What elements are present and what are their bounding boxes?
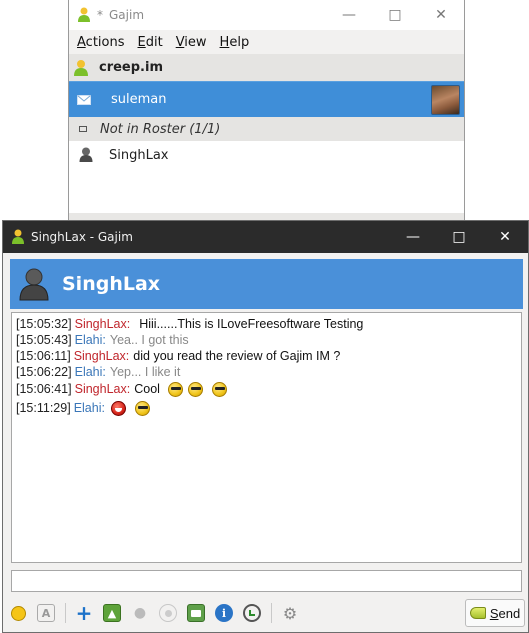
nick: Elahi: [74, 333, 106, 347]
smiley-icon [10, 605, 26, 621]
minimize-icon: — [406, 229, 420, 245]
cool-smiley-icon [167, 382, 183, 397]
roster-title-prefix: * [97, 8, 103, 22]
send-button[interactable]: Send [465, 599, 525, 627]
account-row[interactable]: creep.im [69, 54, 464, 81]
timestamp: [15:05:43] [16, 333, 72, 347]
devil-smiley-icon [110, 401, 126, 416]
chat-toolbar: A + ▲ ● i ⚙ Send [9, 597, 525, 629]
contact-name: suleman [111, 92, 167, 107]
send-arrow-icon [469, 607, 486, 619]
clock-icon [249, 610, 255, 616]
voice-button[interactable]: ● [131, 604, 149, 622]
message-line: [15:11:29] Elahi: [16, 399, 517, 418]
message-text: did you read the review of Gajim IM ? [133, 349, 341, 363]
message-line: [15:06:41] SinghLax: Cool [16, 380, 517, 399]
menu-edit[interactable]: Edit [138, 35, 163, 50]
minimize-icon: — [342, 7, 356, 23]
gear-icon: ⚙ [282, 603, 298, 623]
minimize-button[interactable]: — [326, 0, 372, 30]
contact-row-suleman[interactable]: suleman [69, 81, 464, 117]
nick: Elahi: [73, 401, 105, 415]
banner-contact-name: SinghLax [62, 273, 161, 295]
roster-title: Gajim [109, 8, 145, 22]
video-button[interactable] [159, 604, 177, 622]
roster-window: * Gajim — □ ✕ Actions Edit View Help cre… [68, 0, 465, 222]
webcam-icon [164, 609, 172, 617]
cool-smiley-icon [134, 401, 150, 416]
upload-icon: ▲ [107, 606, 117, 620]
collapse-icon[interactable] [79, 126, 87, 132]
contact-row-singhlax[interactable]: SinghLax [69, 141, 464, 169]
toolbar-separator [271, 603, 272, 623]
account-name: creep.im [99, 60, 163, 75]
cool-smiley-icon [187, 382, 203, 397]
timestamp: [15:11:29] [16, 401, 71, 415]
chat-title: SinghLax - Gajim [31, 230, 133, 244]
message-text: Cool [134, 382, 160, 396]
history-button[interactable] [243, 604, 261, 622]
maximize-button[interactable]: □ [436, 221, 482, 253]
gajim-logo-icon [78, 7, 90, 22]
send-file-button[interactable]: ▲ [103, 604, 121, 622]
close-button[interactable]: ✕ [482, 221, 528, 253]
send-label: end [498, 605, 521, 621]
nick: SinghLax: [74, 317, 131, 331]
timestamp: [15:06:22] [16, 365, 72, 379]
message-text: Hiii......This is ILoveFreesoftware Test… [139, 317, 364, 331]
group-not-in-roster[interactable]: Not in Roster (1/1) [69, 117, 464, 141]
message-text: Yep... I like it [109, 365, 181, 379]
message-input[interactable] [11, 570, 522, 592]
message-line: [15:05:43] Elahi: Yea.. I got this [16, 332, 517, 348]
menu-help[interactable]: Help [220, 35, 250, 50]
close-icon: ✕ [435, 7, 447, 23]
minimize-button[interactable]: — [390, 221, 436, 253]
conversation-view[interactable]: [15:05:32] SinghLax: Hiii......This is I… [11, 312, 522, 563]
emoticons-button[interactable] [9, 604, 27, 622]
message-line: [15:06:11] SinghLax: did you read the re… [16, 348, 517, 364]
nick: SinghLax: [74, 382, 131, 396]
formatting-button[interactable]: A [37, 604, 55, 622]
convert-to-groupchat-button[interactable] [187, 604, 205, 622]
maximize-button[interactable]: □ [372, 0, 418, 30]
menubar: Actions Edit View Help [69, 30, 464, 54]
timestamp: [15:06:41] [16, 382, 72, 396]
maximize-icon: □ [452, 229, 466, 245]
chat-window: SinghLax - Gajim — □ ✕ SinghLax [15:05:3… [2, 220, 529, 633]
contact-banner: SinghLax [10, 259, 523, 309]
message-text: Yea.. I got this [109, 333, 189, 347]
chat-titlebar[interactable]: SinghLax - Gajim — □ ✕ [3, 221, 528, 253]
send-mnemonic: S [489, 605, 499, 621]
font-icon: A [41, 606, 51, 620]
toolbar-separator [65, 603, 66, 623]
timestamp: [15:05:32] [16, 317, 72, 331]
avatar [431, 84, 460, 115]
plus-icon: + [75, 601, 93, 625]
contact-name: SinghLax [109, 147, 169, 163]
chat-bubble-icon [191, 609, 201, 617]
timestamp: [15:06:11] [16, 349, 71, 363]
offline-status-icon [79, 147, 93, 162]
cool-smiley-icon [211, 382, 227, 397]
nick: Elahi: [74, 365, 106, 379]
nick: SinghLax: [73, 349, 130, 363]
settings-button[interactable]: ⚙ [281, 603, 299, 623]
group-label: Not in Roster (1/1) [100, 121, 221, 137]
close-icon: ✕ [499, 229, 511, 245]
microphone-icon: ● [133, 605, 147, 621]
online-status-icon [74, 59, 88, 76]
close-button[interactable]: ✕ [418, 0, 464, 30]
message-line: [15:06:22] Elahi: Yep... I like it [16, 364, 517, 380]
contact-info-button[interactable]: i [215, 604, 233, 622]
contact-status-icon [19, 268, 49, 301]
info-icon: i [221, 606, 227, 620]
roster-titlebar[interactable]: * Gajim — □ ✕ [69, 0, 464, 30]
message-line: [15:05:32] SinghLax: Hiii......This is I… [16, 316, 517, 332]
envelope-icon [77, 94, 91, 105]
menu-view[interactable]: View [176, 35, 207, 50]
add-contact-button[interactable]: + [75, 601, 93, 625]
menu-actions[interactable]: Actions [77, 35, 125, 50]
maximize-icon: □ [388, 7, 402, 23]
gajim-logo-icon [12, 229, 24, 244]
